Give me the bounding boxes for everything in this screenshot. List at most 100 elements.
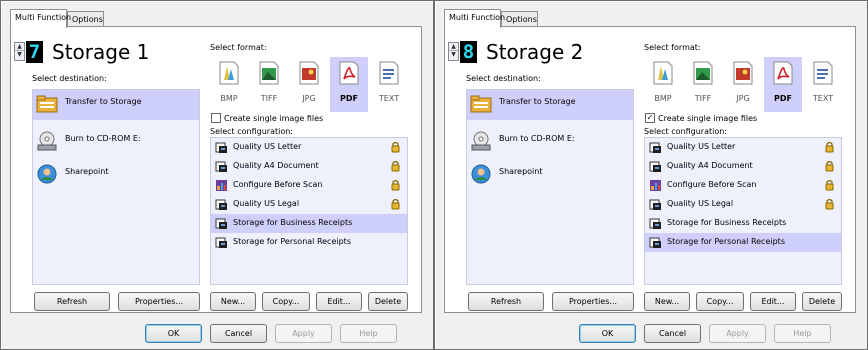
destination-list[interactable]: Transfer to Storage Burn to CD-ROM E: Sh… — [32, 89, 200, 285]
destination-item[interactable]: Sharepoint — [33, 160, 199, 190]
edit-button[interactable]: Edit... — [750, 292, 796, 311]
apply-button[interactable]: Apply — [709, 324, 766, 343]
tiff-format-icon — [693, 61, 713, 85]
copy-button[interactable]: Copy... — [262, 292, 310, 311]
properties-button[interactable]: Properties... — [552, 292, 634, 311]
configuration-item[interactable]: Quality A4 Document — [645, 157, 841, 176]
lock-icon — [825, 160, 834, 172]
configuration-label: Storage for Personal Receipts — [667, 237, 785, 246]
format-jpg[interactable]: JPG — [724, 57, 762, 112]
format-selector: BMP TIFF JPG PDF TEXT — [644, 57, 842, 112]
scanner-icon — [649, 237, 661, 248]
sharepoint-icon — [471, 164, 491, 184]
spin-down-icon[interactable]: ▼ — [15, 51, 24, 59]
configuration-item[interactable]: Storage for Business Receipts — [211, 214, 407, 233]
tab-options[interactable]: Options — [67, 11, 104, 27]
format-label: BMP — [654, 94, 672, 103]
help-button[interactable]: Help — [774, 324, 831, 343]
format-label: TEXT — [812, 94, 834, 103]
ok-button[interactable]: OK — [579, 324, 636, 343]
configuration-item[interactable]: Storage for Business Receipts — [645, 214, 841, 233]
scanner-icon — [215, 218, 227, 229]
edit-button[interactable]: Edit... — [316, 292, 362, 311]
format-label: JPG — [736, 94, 750, 103]
tab-multi-function[interactable]: Multi Function — [10, 9, 71, 28]
destination-item[interactable]: Burn to CD-ROM E: — [33, 127, 199, 157]
format-bmp[interactable]: BMP — [210, 57, 248, 112]
format-bmp[interactable]: BMP — [644, 57, 682, 112]
scanner-icon — [649, 218, 661, 229]
configuration-item[interactable]: Quality US Legal — [211, 195, 407, 214]
bmp-format-icon — [653, 61, 673, 85]
select-configuration-label: Select configuration: — [644, 127, 727, 136]
tab-multi-function[interactable]: Multi Function — [444, 9, 505, 28]
checkmark-icon: ✓ — [646, 113, 654, 122]
configuration-label: Quality US Legal — [233, 199, 300, 208]
destination-label: Burn to CD-ROM E: — [499, 134, 575, 143]
lock-icon — [825, 198, 834, 210]
ok-button[interactable]: OK — [145, 324, 202, 343]
spin-up-icon[interactable]: ▲ — [15, 43, 24, 51]
new-button[interactable]: New... — [210, 292, 256, 311]
copy-button[interactable]: Copy... — [696, 292, 744, 311]
destination-item[interactable]: Sharepoint — [467, 160, 633, 190]
button-number-display: 8 — [460, 41, 477, 63]
destination-label: Sharepoint — [65, 167, 109, 176]
lock-icon — [391, 160, 400, 172]
cancel-button[interactable]: Cancel — [644, 324, 701, 343]
configuration-label: Quality A4 Document — [233, 161, 319, 170]
format-pdf[interactable]: PDF — [764, 57, 802, 112]
button-number-spinner[interactable]: ▲ ▼ — [14, 42, 25, 61]
lock-icon — [391, 198, 400, 210]
button-number-spinner[interactable]: ▲ ▼ — [448, 42, 459, 61]
format-pdf[interactable]: PDF — [330, 57, 368, 112]
text-format-icon — [813, 61, 833, 85]
configuration-label: Storage for Personal Receipts — [233, 237, 351, 246]
configuration-item[interactable]: Quality US Letter — [211, 138, 407, 157]
single-image-label: Create single image files — [658, 114, 758, 123]
destination-item[interactable]: Burn to CD-ROM E: — [467, 127, 633, 157]
refresh-button[interactable]: Refresh — [34, 292, 110, 311]
single-image-label: Create single image files — [224, 114, 324, 123]
configuration-item[interactable]: Quality US Letter — [645, 138, 841, 157]
tiff-format-icon — [259, 61, 279, 85]
format-tiff[interactable]: TIFF — [250, 57, 288, 112]
single-image-checkbox[interactable] — [211, 113, 221, 123]
configuration-item[interactable]: Configure Before Scan — [211, 176, 407, 195]
spin-down-icon[interactable]: ▼ — [449, 51, 458, 59]
apply-button[interactable]: Apply — [275, 324, 332, 343]
new-button[interactable]: New... — [644, 292, 690, 311]
format-label: PDF — [340, 94, 358, 103]
destination-list[interactable]: Transfer to Storage Burn to CD-ROM E: Sh… — [466, 89, 634, 285]
spin-up-icon[interactable]: ▲ — [449, 43, 458, 51]
format-selector: BMP TIFF JPG PDF TEXT — [210, 57, 408, 112]
bmp-format-icon — [219, 61, 239, 85]
scanner-icon — [215, 199, 227, 210]
delete-button[interactable]: Delete — [802, 292, 842, 311]
format-text[interactable]: TEXT — [370, 57, 408, 112]
properties-button[interactable]: Properties... — [118, 292, 200, 311]
format-text[interactable]: TEXT — [804, 57, 842, 112]
configuration-item[interactable]: Quality A4 Document — [211, 157, 407, 176]
single-image-checkbox[interactable]: ✓ — [645, 113, 655, 123]
configuration-label: Quality US Letter — [667, 142, 736, 151]
refresh-button[interactable]: Refresh — [468, 292, 544, 311]
configuration-label: Quality US Legal — [667, 199, 734, 208]
configuration-item[interactable]: Quality US Legal — [645, 195, 841, 214]
text-format-icon — [379, 61, 399, 85]
cancel-button[interactable]: Cancel — [210, 324, 267, 343]
configuration-list[interactable]: Quality US Letter Quality A4 Document Co… — [210, 137, 408, 285]
destination-item[interactable]: Transfer to Storage — [33, 90, 199, 120]
cd-burner-icon — [37, 131, 57, 151]
help-button[interactable]: Help — [340, 324, 397, 343]
destination-item[interactable]: Transfer to Storage — [467, 90, 633, 120]
format-jpg[interactable]: JPG — [290, 57, 328, 112]
configuration-item[interactable]: Storage for Personal Receipts — [211, 233, 407, 252]
format-tiff[interactable]: TIFF — [684, 57, 722, 112]
tab-options[interactable]: Options — [501, 11, 538, 27]
configuration-item[interactable]: Storage for Personal Receipts — [645, 233, 841, 252]
format-label: PDF — [774, 94, 792, 103]
delete-button[interactable]: Delete — [368, 292, 408, 311]
configuration-item[interactable]: Configure Before Scan — [645, 176, 841, 195]
configuration-list[interactable]: Quality US Letter Quality A4 Document Co… — [644, 137, 842, 285]
